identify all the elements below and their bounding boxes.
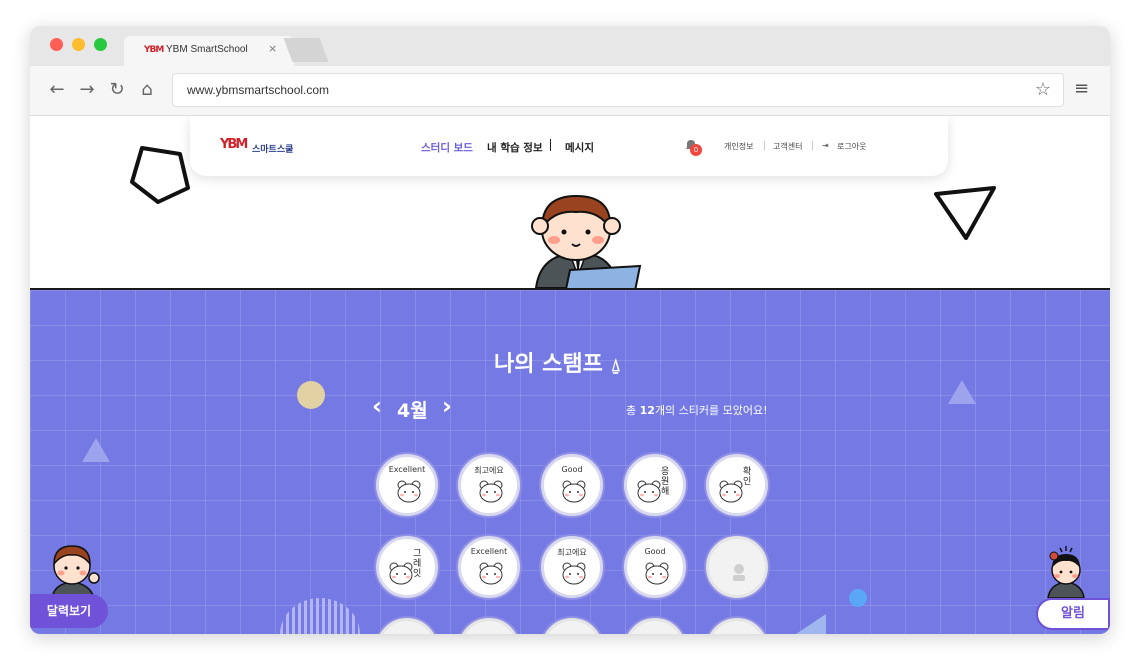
url-text[interactable]: www.ybmsmartschool.com bbox=[187, 83, 329, 97]
stamp-sticker[interactable]: 확인 bbox=[706, 454, 768, 516]
home-icon[interactable]: ⌂ bbox=[136, 79, 158, 101]
triangle-decoration bbox=[82, 438, 110, 462]
minimize-window-dot[interactable] bbox=[72, 38, 85, 51]
close-window-dot[interactable] bbox=[50, 38, 63, 51]
ybm-logo[interactable]: YBM bbox=[220, 137, 248, 152]
circle-decoration bbox=[297, 381, 325, 409]
bear-icon bbox=[389, 562, 413, 585]
stamp-sticker[interactable] bbox=[706, 618, 768, 634]
striped-semicircle-decoration bbox=[280, 598, 360, 634]
stamp-sticker[interactable]: Good bbox=[541, 454, 603, 516]
nav-messages[interactable]: 메시지 bbox=[565, 140, 594, 155]
link-logout[interactable]: 로그아웃 bbox=[837, 141, 866, 152]
notification-badge: 0 bbox=[690, 144, 702, 156]
sticker-label: Good bbox=[561, 465, 583, 474]
nav-study-board[interactable]: 스터디 보드 bbox=[421, 140, 473, 155]
stamp-sticker[interactable] bbox=[706, 536, 768, 598]
bear-icon bbox=[479, 480, 503, 503]
nav-divider bbox=[550, 139, 551, 151]
sticker-label: 최고에요 bbox=[557, 548, 587, 557]
site-header: YBM 스마트스쿨 스터디 보드 내 학습 정보 메시지 0 개인정보 고객센터… bbox=[190, 116, 948, 176]
bear-icon bbox=[562, 562, 586, 585]
bookmark-star-icon[interactable]: ☆ bbox=[1035, 79, 1051, 100]
favicon-logo: YBM bbox=[144, 45, 164, 55]
browser-window: YBM YBM SmartSchool × ← → ↻ ⌂ www.ybmsma… bbox=[30, 26, 1110, 634]
sticker-label: Good bbox=[644, 547, 666, 556]
sticker-total: 총 12개의 스티커를 모았어요! bbox=[626, 402, 768, 418]
page-content: YBM 스마트스쿨 스터디 보드 내 학습 정보 메시지 0 개인정보 고객센터… bbox=[30, 116, 1110, 634]
blue-circle-decoration bbox=[849, 589, 867, 607]
maximize-window-dot[interactable] bbox=[94, 38, 107, 51]
alarm-button[interactable]: 알림 bbox=[1036, 598, 1110, 630]
bear-icon bbox=[397, 480, 421, 503]
triangle-decoration bbox=[948, 380, 976, 404]
reload-icon[interactable]: ↻ bbox=[106, 79, 128, 101]
stamp-sticker[interactable]: Good bbox=[624, 536, 686, 598]
util-divider bbox=[812, 141, 813, 150]
student-mascot-left bbox=[51, 545, 100, 598]
nav-my-learning[interactable]: 내 학습 정보 bbox=[487, 140, 543, 155]
stamp-board: 나의 스탬프 ⍙ ‹ 4월 › 총 12개의 스티커를 모았어요! Excell… bbox=[30, 290, 1110, 634]
stamp-sticker[interactable]: 최고에요 bbox=[458, 454, 520, 516]
stamp-sticker[interactable]: Excellent bbox=[458, 536, 520, 598]
stamp-placeholder-icon bbox=[733, 564, 745, 581]
triangle-outline-decoration bbox=[934, 186, 996, 240]
pentagon-decoration bbox=[130, 146, 190, 204]
bear-icon bbox=[479, 562, 503, 585]
smartschool-logo-text[interactable]: 스마트스쿨 bbox=[252, 142, 293, 155]
stamps-title-text: 나의 스탬프 bbox=[494, 352, 603, 377]
browser-menu-icon[interactable]: ≡ bbox=[1074, 78, 1089, 99]
stamp-sticker[interactable]: 최고에요 bbox=[541, 536, 603, 598]
stamps-title: 나의 스탬프 ⍙ bbox=[494, 346, 621, 378]
triangle-decoration bbox=[796, 614, 826, 634]
bear-icon bbox=[645, 562, 669, 585]
stamp-sticker[interactable] bbox=[458, 618, 520, 634]
forward-arrow-icon[interactable]: → bbox=[76, 79, 98, 101]
address-bar[interactable]: www.ybmsmartschool.com ☆ bbox=[172, 73, 1064, 107]
prev-month-arrow[interactable]: ‹ bbox=[372, 392, 382, 420]
calendar-view-button[interactable]: 달력보기 bbox=[30, 594, 108, 628]
logout-icon[interactable]: ⇥ bbox=[822, 141, 829, 150]
total-count: 12 bbox=[639, 404, 655, 417]
back-arrow-icon[interactable]: ← bbox=[46, 79, 68, 101]
stamp-sticker[interactable]: Excellent bbox=[376, 454, 438, 516]
stamp-sticker[interactable]: 그레잇 bbox=[376, 536, 438, 598]
browser-toolbar: ← → ↻ ⌂ www.ybmsmartschool.com ☆ ≡ bbox=[30, 66, 1110, 116]
link-profile[interactable]: 개인정보 bbox=[724, 141, 753, 152]
total-suffix: 개의 스티커를 모았어요! bbox=[654, 404, 768, 417]
bear-icon bbox=[637, 480, 661, 503]
tab-close-icon[interactable]: × bbox=[268, 42, 277, 55]
stamp-sticker[interactable] bbox=[376, 618, 438, 634]
tab-title: YBM SmartSchool bbox=[166, 44, 248, 55]
sticker-label: Excellent bbox=[470, 547, 508, 556]
sticker-label: Excellent bbox=[388, 465, 426, 474]
util-divider bbox=[764, 141, 765, 150]
stamp-sticker[interactable]: 응원해 bbox=[624, 454, 686, 516]
tab-bar: YBM YBM SmartSchool × bbox=[30, 26, 1110, 66]
bear-icon bbox=[562, 480, 586, 503]
stamp-icon: ⍙ bbox=[610, 356, 621, 376]
browser-tab[interactable]: YBM YBM SmartSchool × bbox=[124, 36, 294, 66]
next-month-arrow[interactable]: › bbox=[442, 392, 452, 420]
stamp-sticker[interactable] bbox=[624, 618, 686, 634]
total-prefix: 총 bbox=[626, 404, 640, 417]
bear-icon bbox=[719, 480, 743, 503]
current-month: 4월 bbox=[397, 400, 428, 422]
student-mascot-right bbox=[1047, 546, 1085, 598]
sticker-label: 최고에요 bbox=[474, 466, 504, 475]
link-customer-center[interactable]: 고객센터 bbox=[773, 141, 802, 152]
new-tab-button[interactable] bbox=[283, 38, 329, 62]
stamp-sticker[interactable] bbox=[541, 618, 603, 634]
